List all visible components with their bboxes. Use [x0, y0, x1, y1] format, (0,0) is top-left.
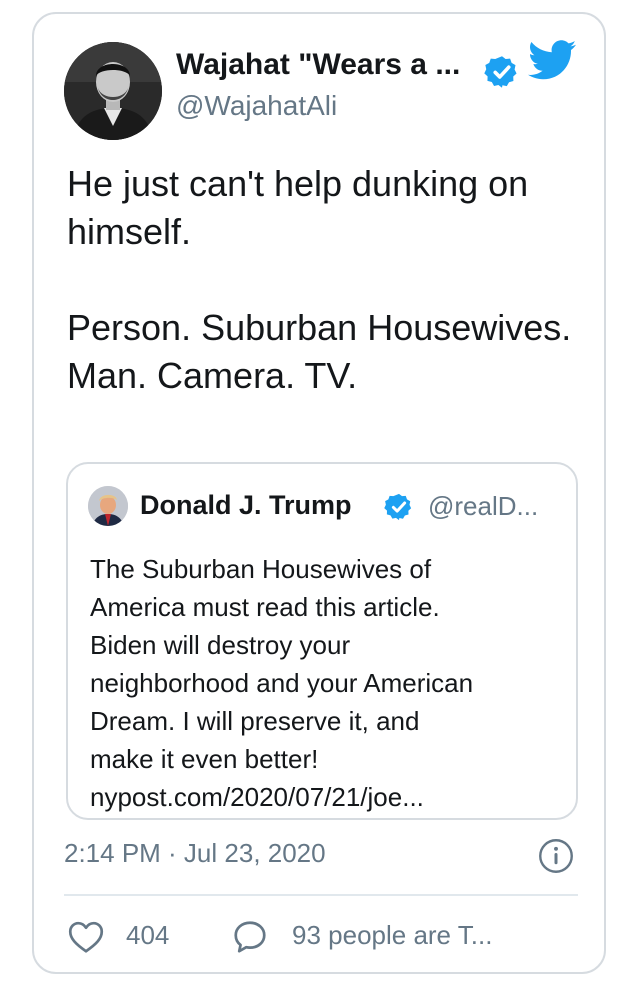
- reply-label[interactable]: 93 people are T...: [292, 920, 492, 951]
- quoted-author-avatar[interactable]: [88, 486, 128, 526]
- quoted-link[interactable]: nypost.com/2020/07/21/joe...: [90, 778, 560, 816]
- quoted-text-line: make it even better!: [90, 744, 319, 774]
- quoted-tweet-text: The Suburban Housewives of America must …: [90, 550, 560, 816]
- tweet-timestamp[interactable]: 2:14 PM · Jul 23, 2020: [64, 838, 326, 869]
- tweet-text: He just can't help dunking on himself. P…: [67, 160, 587, 400]
- verified-badge-icon: [484, 56, 517, 88]
- quoted-author-handle[interactable]: @realD...: [428, 491, 538, 522]
- info-icon[interactable]: [538, 838, 574, 874]
- quoted-text-line: Biden will destroy your: [90, 630, 351, 660]
- tweet-paragraph: Person. Suburban Housewives. Man. Camera…: [67, 307, 572, 396]
- quoted-tweet[interactable]: Donald J. Trump @realD... The Suburban H…: [66, 462, 578, 820]
- tweet-card[interactable]: Wajahat "Wears a ... @WajahatAli He just…: [32, 12, 606, 974]
- verified-badge-icon: [384, 493, 412, 521]
- author-handle[interactable]: @WajahatAli: [176, 90, 337, 122]
- heart-icon[interactable]: [68, 920, 104, 954]
- like-count[interactable]: 404: [126, 920, 169, 951]
- author-display-name[interactable]: Wajahat "Wears a ...: [176, 48, 460, 82]
- quoted-text-line: neighborhood and your American: [90, 668, 474, 698]
- quoted-text-line: Dream. I will preserve it, and: [90, 706, 420, 736]
- quoted-author-name[interactable]: Donald J. Trump: [140, 490, 352, 521]
- quoted-text-line: America must read this article.: [90, 592, 440, 622]
- speech-bubble-icon[interactable]: [232, 919, 268, 955]
- divider: [64, 894, 578, 896]
- author-avatar[interactable]: [64, 42, 162, 140]
- tweet-paragraph: He just can't help dunking on himself.: [67, 163, 529, 252]
- twitter-bird-icon[interactable]: [528, 40, 576, 80]
- quoted-text-line: The Suburban Housewives of: [90, 554, 432, 584]
